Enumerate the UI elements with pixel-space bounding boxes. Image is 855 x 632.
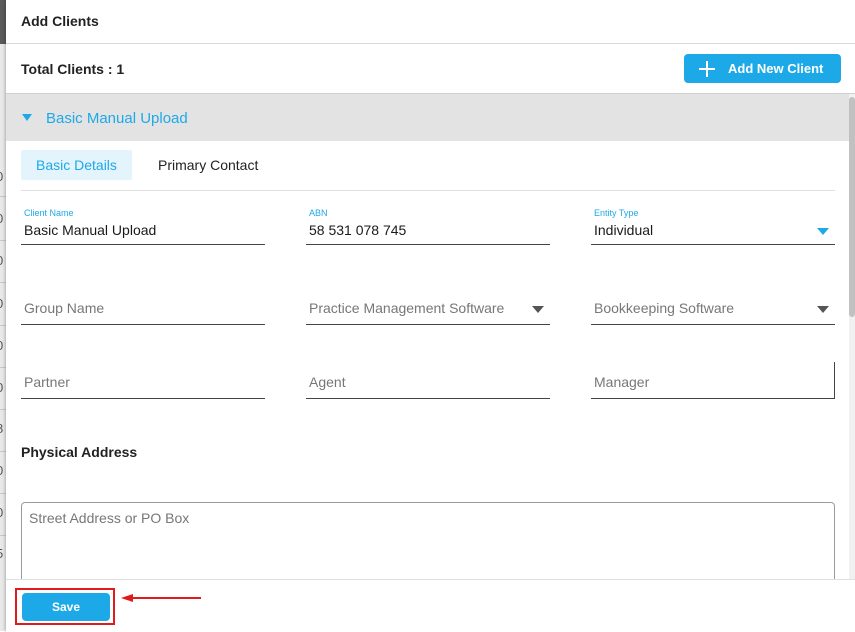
dropdown-arrow-icon — [817, 306, 829, 313]
accordion-title: Basic Manual Upload — [46, 110, 188, 127]
entity-type-select[interactable]: Entity Type Individual — [591, 208, 835, 245]
dropdown-arrow-icon — [532, 306, 544, 313]
abn-value: 58 531 078 745 — [309, 222, 407, 238]
background-digit: 0 — [0, 296, 3, 311]
group-name-field[interactable]: Group Name — [21, 288, 265, 325]
abn-field[interactable]: ABN 58 531 078 745 — [306, 208, 550, 245]
partner-field[interactable]: Partner — [21, 362, 265, 399]
client-name-value: Basic Manual Upload — [24, 222, 157, 238]
client-name-label: Client Name — [24, 208, 74, 218]
client-name-field[interactable]: Client Name Basic Manual Upload — [21, 208, 265, 245]
background-digit: 0 — [0, 169, 3, 184]
caret-down-icon — [22, 114, 32, 121]
physical-address-heading: Physical Address — [21, 444, 138, 460]
background-digit: 0 — [0, 338, 3, 353]
panel-title: Add Clients — [21, 13, 99, 29]
entity-type-label: Entity Type — [594, 208, 639, 218]
practice-management-software-select[interactable]: Practice Management Software — [306, 288, 550, 325]
background-digit: 0 — [0, 505, 3, 520]
background-digit: 0 — [0, 380, 3, 395]
background-digit: 8 — [0, 421, 3, 436]
annotation-arrow-icon — [121, 594, 201, 602]
client-count-bar: Total Clients : 1 Add New Client — [6, 44, 855, 94]
accordion-header[interactable]: Basic Manual Upload — [6, 94, 849, 141]
panel-footer: Save — [6, 579, 855, 632]
tab-basic-details[interactable]: Basic Details — [21, 150, 132, 180]
bookkeeping-software-select[interactable]: Bookkeeping Software — [591, 288, 835, 325]
background-digit: 5 — [0, 546, 3, 561]
entity-type-value: Individual — [594, 222, 654, 238]
street-address-textarea[interactable]: Street Address or PO Box — [21, 502, 835, 579]
group-name-placeholder: Group Name — [24, 300, 105, 316]
practice-management-software-placeholder: Practice Management Software — [309, 300, 505, 316]
plus-icon — [699, 60, 715, 77]
save-button[interactable]: Save — [22, 593, 110, 621]
panel-header: Add Clients — [6, 0, 855, 44]
street-address-placeholder: Street Address or PO Box — [29, 510, 190, 526]
background-digit: 0 — [0, 463, 3, 478]
manager-field[interactable]: Manager — [591, 362, 835, 399]
tab-primary-contact[interactable]: Primary Contact — [143, 150, 273, 180]
add-new-client-button[interactable]: Add New Client — [684, 54, 841, 83]
dropdown-arrow-icon — [817, 228, 829, 235]
agent-placeholder: Agent — [309, 374, 346, 390]
form-tabs: Basic Details Primary Contact — [21, 150, 835, 191]
agent-field[interactable]: Agent — [306, 362, 550, 399]
scrollbar-thumb[interactable] — [849, 97, 855, 317]
abn-label: ABN — [309, 208, 328, 218]
background-digit: 0 — [0, 211, 3, 226]
partner-placeholder: Partner — [24, 374, 70, 390]
bookkeeping-software-placeholder: Bookkeeping Software — [594, 300, 735, 316]
add-clients-panel: Add Clients Total Clients : 1 Add New Cl… — [6, 0, 855, 632]
client-form-scroll-area[interactable]: Basic Manual Upload Basic Details Primar… — [6, 94, 855, 579]
add-new-client-label: Add New Client — [728, 61, 824, 76]
total-clients-label: Total Clients : 1 — [21, 61, 125, 77]
background-digit: 0 — [0, 253, 3, 268]
manager-placeholder: Manager — [594, 374, 650, 390]
